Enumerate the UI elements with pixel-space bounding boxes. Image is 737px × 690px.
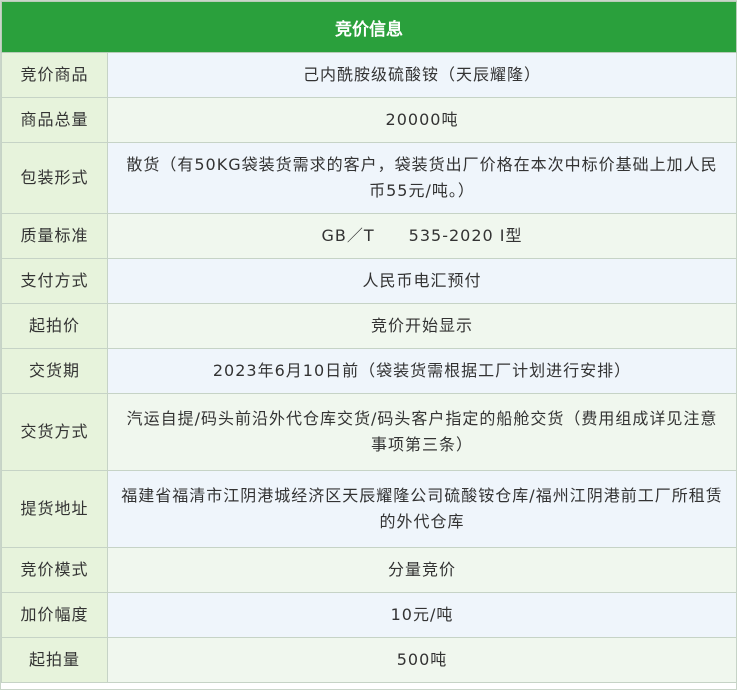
row-label: 质量标准	[1, 213, 108, 259]
row-value: 2023年6月10日前（袋装货需根据工厂计划进行安排）	[107, 348, 737, 394]
table-row: 包装形式 散货（有50KG袋装货需求的客户，袋装货出厂价格在本次中标价基础上加人…	[1, 142, 737, 214]
table-row: 质量标准 GB／T 535-2020 I型	[1, 213, 737, 259]
row-label: 交货方式	[1, 393, 108, 471]
row-label: 交货期	[1, 348, 108, 394]
row-value: GB／T 535-2020 I型	[107, 213, 737, 259]
row-value: 20000吨	[107, 97, 737, 143]
table-row: 加价幅度 10元/吨	[1, 592, 737, 638]
row-label: 起拍价	[1, 303, 108, 349]
bidding-info-table-container: 竞价信息 竞价商品 己内酰胺级硫酸铵（天辰耀隆） 商品总量 20000吨 包装形…	[0, 0, 737, 690]
table-row: 商品总量 20000吨	[1, 97, 737, 143]
row-value: 人民币电汇预付	[107, 258, 737, 304]
row-value: 500吨	[107, 637, 737, 683]
row-label: 起拍量	[1, 637, 108, 683]
table-header-row: 竞价信息	[1, 1, 737, 53]
row-label: 商品总量	[1, 97, 108, 143]
table-row: 提货地址 福建省福清市江阴港城经济区天辰耀隆公司硫酸铵仓库/福州江阴港前工厂所租…	[1, 470, 737, 548]
table-row: 竞价模式 分量竞价	[1, 547, 737, 593]
table-row: 起拍量 500吨	[1, 637, 737, 683]
row-value: 10元/吨	[107, 592, 737, 638]
table-title: 竞价信息	[1, 1, 737, 53]
row-value: 福建省福清市江阴港城经济区天辰耀隆公司硫酸铵仓库/福州江阴港前工厂所租赁的外代仓…	[107, 470, 737, 548]
row-label: 包装形式	[1, 142, 108, 214]
row-value: 汽运自提/码头前沿外代仓库交货/码头客户指定的船舱交货（费用组成详见注意事项第三…	[107, 393, 737, 471]
row-value: 散货（有50KG袋装货需求的客户，袋装货出厂价格在本次中标价基础上加人民币55元…	[107, 142, 737, 214]
table-row: 交货方式 汽运自提/码头前沿外代仓库交货/码头客户指定的船舱交货（费用组成详见注…	[1, 393, 737, 471]
row-label: 竞价模式	[1, 547, 108, 593]
row-label: 加价幅度	[1, 592, 108, 638]
row-label: 提货地址	[1, 470, 108, 548]
table-row: 竞价商品 己内酰胺级硫酸铵（天辰耀隆）	[1, 52, 737, 98]
row-label: 支付方式	[1, 258, 108, 304]
table-row: 交货期 2023年6月10日前（袋装货需根据工厂计划进行安排）	[1, 348, 737, 394]
row-value: 竞价开始显示	[107, 303, 737, 349]
table-row: 起拍价 竞价开始显示	[1, 303, 737, 349]
bidding-info-table: 竞价信息 竞价商品 己内酰胺级硫酸铵（天辰耀隆） 商品总量 20000吨 包装形…	[1, 1, 737, 683]
row-value: 分量竞价	[107, 547, 737, 593]
row-label: 竞价商品	[1, 52, 108, 98]
table-row: 支付方式 人民币电汇预付	[1, 258, 737, 304]
row-value: 己内酰胺级硫酸铵（天辰耀隆）	[107, 52, 737, 98]
